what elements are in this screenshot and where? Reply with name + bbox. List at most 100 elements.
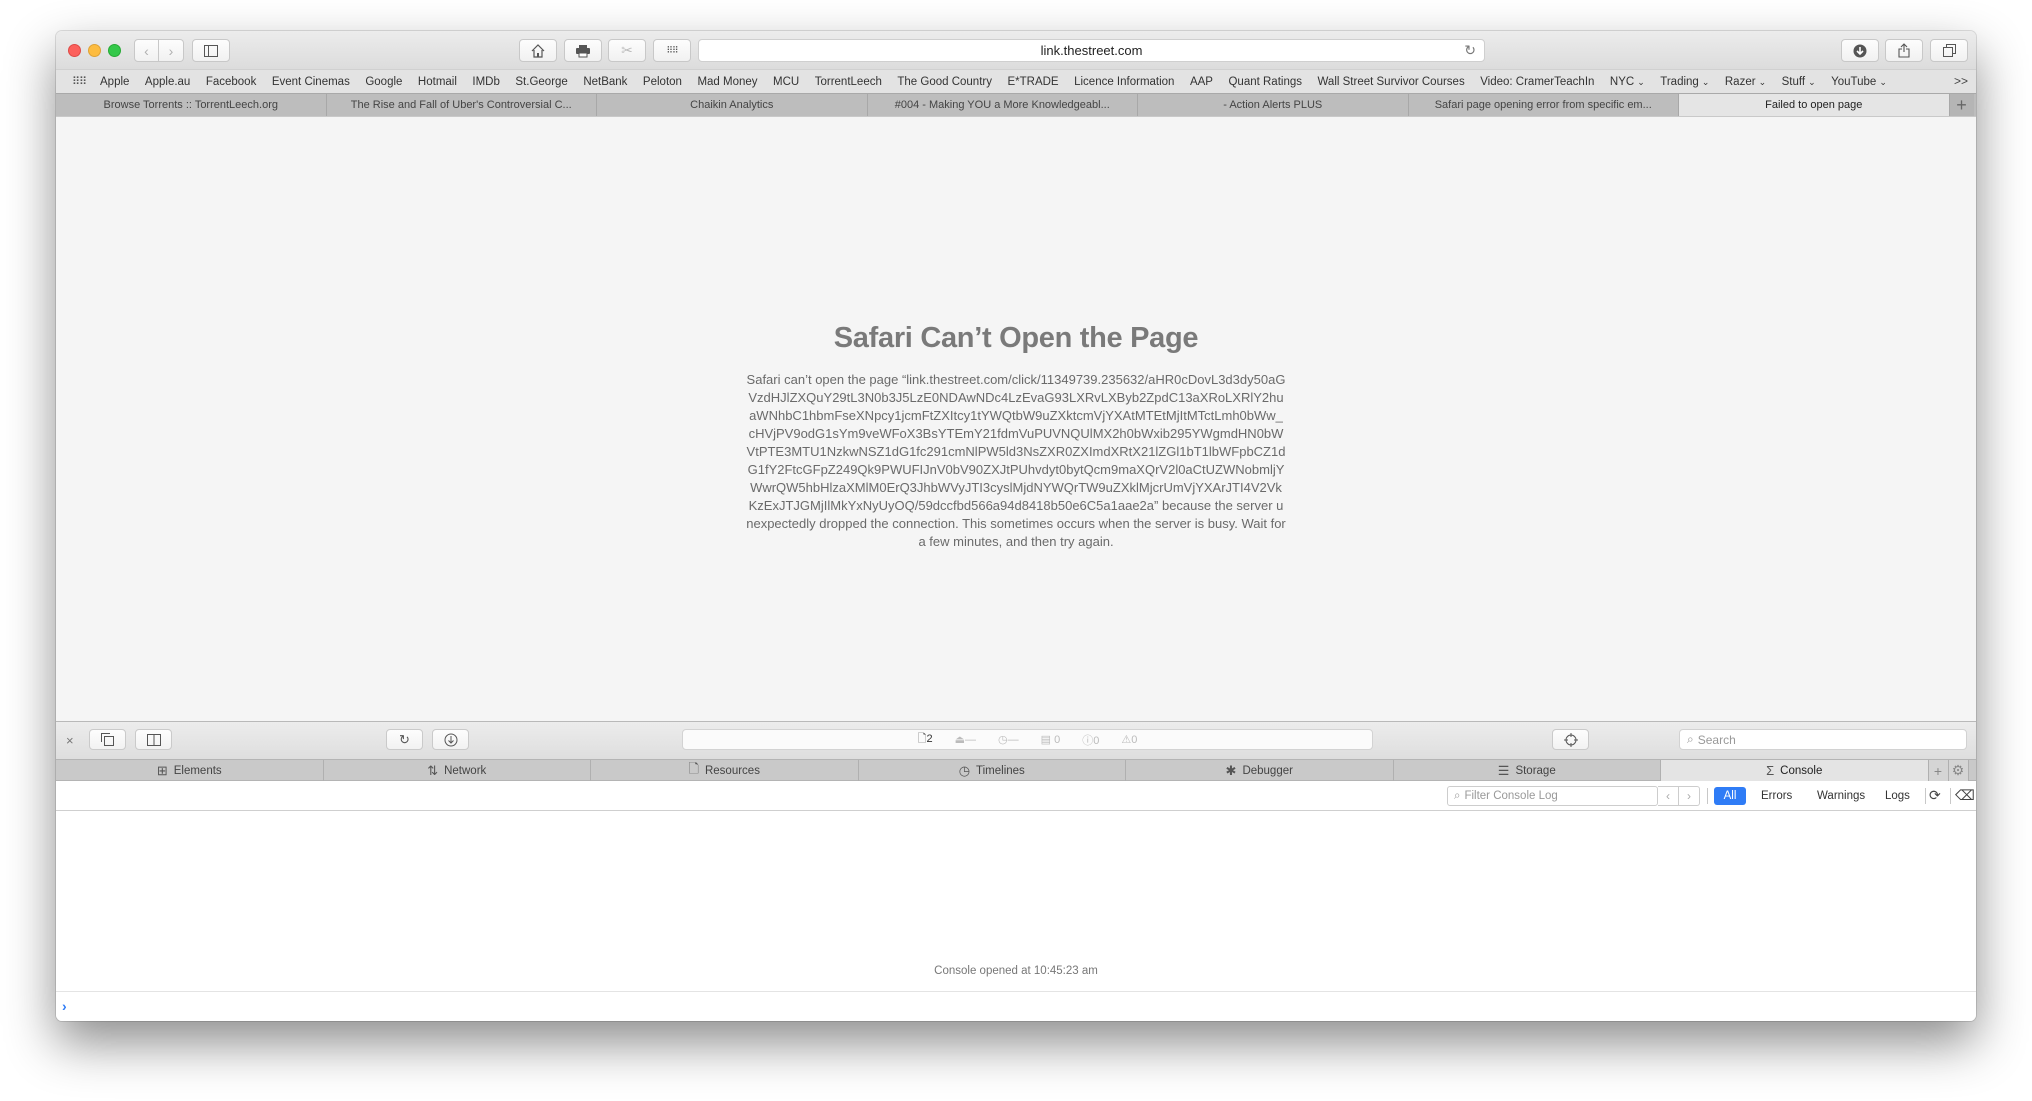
- warning-icon: ⚠: [1121, 734, 1132, 746]
- home-button[interactable]: [519, 39, 557, 62]
- reload-page-button[interactable]: ↻: [386, 729, 423, 750]
- bookmark-item[interactable]: E*TRADE: [1007, 76, 1058, 88]
- download-icon: [444, 733, 457, 746]
- bookmark-item[interactable]: Event Cinemas: [272, 76, 350, 88]
- print-button[interactable]: [564, 39, 602, 62]
- next-match-button[interactable]: ›: [1679, 787, 1699, 805]
- bookmark-item[interactable]: The Good Country: [897, 76, 992, 88]
- browser-tab[interactable]: The Rise and Fall of Uber's Controversia…: [327, 94, 597, 116]
- browser-tab[interactable]: - Action Alerts PLUS: [1138, 94, 1409, 116]
- download-archive-button[interactable]: [432, 729, 469, 750]
- bookmark-item[interactable]: Facebook: [206, 76, 257, 88]
- timelines-icon: ◷: [958, 762, 971, 778]
- bookmark-item[interactable]: Quant Ratings: [1228, 76, 1302, 88]
- show-all-bookmarks-icon[interactable]: ⠿⠿: [72, 75, 87, 88]
- filter-console-input[interactable]: ⌕ Filter Console Log: [1447, 786, 1658, 806]
- browser-tab[interactable]: Chaikin Analytics: [597, 94, 868, 116]
- sidebar-icon: [204, 44, 218, 57]
- logs-count[interactable]: ▤ 0: [1041, 733, 1061, 746]
- devtools-search-input[interactable]: ⌕ Search: [1679, 729, 1967, 750]
- more-bookmarks-button[interactable]: >>: [1954, 74, 1968, 88]
- bookmark-folder[interactable]: Stuff ⌄: [1782, 76, 1816, 88]
- bookmark-item[interactable]: AAP: [1190, 76, 1213, 88]
- console-prompt-input[interactable]: ›: [56, 991, 1976, 1021]
- load-size[interactable]: ⏏—: [955, 733, 976, 746]
- top-sites-button[interactable]: ⠿⠿: [653, 39, 691, 62]
- window-close-button[interactable]: [68, 44, 81, 57]
- devtools-tab-storage[interactable]: ☰ Storage: [1394, 760, 1661, 781]
- bookmark-item[interactable]: St.George: [515, 76, 567, 88]
- inspect-element-button[interactable]: [1552, 729, 1589, 750]
- devtools-tab-elements[interactable]: ⊞ Elements: [56, 760, 324, 781]
- scope-warnings[interactable]: Warnings: [1811, 787, 1871, 805]
- devtools-close-button[interactable]: ×: [66, 733, 74, 748]
- gear-icon: ⚙: [1951, 762, 1965, 778]
- browser-tab[interactable]: Safari page opening error from specific …: [1409, 94, 1679, 116]
- clip-button[interactable]: ✂: [608, 39, 646, 62]
- bookmark-folder[interactable]: Razer ⌄: [1725, 76, 1766, 88]
- bookmark-item[interactable]: Mad Money: [697, 76, 757, 88]
- bookmark-item[interactable]: Apple.au: [145, 76, 190, 88]
- new-tab-button[interactable]: +: [1949, 94, 1974, 116]
- browser-tab[interactable]: #004 - Making YOU a More Knowledgeabl...: [868, 94, 1138, 116]
- window-minimize-button[interactable]: [88, 44, 101, 57]
- dock-side-button[interactable]: [135, 729, 172, 750]
- console-log: Console opened at 10:45:23 am: [56, 811, 1976, 991]
- settings-button[interactable]: ⚙: [1948, 760, 1969, 781]
- sidebar-toggle-button[interactable]: [192, 39, 230, 62]
- bookmark-item[interactable]: TorrentLeech: [815, 76, 882, 88]
- browser-tab-active[interactable]: Failed to open page: [1679, 94, 1950, 116]
- devtools-tab-resources[interactable]: 🗋 Resources: [591, 760, 859, 781]
- errors-count[interactable]: ⓘ0: [1082, 732, 1099, 748]
- bookmark-item[interactable]: NetBank: [583, 76, 627, 88]
- devtools-tab-debugger[interactable]: ✱ Debugger: [1126, 760, 1394, 781]
- bookmark-folder[interactable]: NYC ⌄: [1610, 76, 1645, 88]
- bookmark-item[interactable]: Peloton: [643, 76, 682, 88]
- bookmark-item[interactable]: IMDb: [472, 76, 499, 88]
- elements-icon: ⊞: [156, 762, 168, 778]
- page-content: Safari Can’t Open the Page Safari can’t …: [56, 116, 1976, 721]
- tab-overview-button[interactable]: [1930, 39, 1968, 62]
- devtools-tab-network[interactable]: ⇅ Network: [324, 760, 591, 781]
- bookmark-item[interactable]: Wall Street Survivor Courses: [1318, 76, 1465, 88]
- search-placeholder: Search: [1697, 732, 1736, 747]
- scope-errors[interactable]: Errors: [1755, 787, 1798, 805]
- prompt-chevron-icon: ›: [62, 998, 67, 1014]
- downloads-button[interactable]: [1841, 39, 1879, 62]
- add-tab-button[interactable]: +: [1928, 760, 1949, 781]
- load-time[interactable]: ◷—: [998, 733, 1019, 746]
- resources-count[interactable]: 🗋2: [918, 730, 933, 749]
- scope-all[interactable]: All: [1714, 787, 1746, 805]
- bookmark-item[interactable]: Hotmail: [418, 76, 457, 88]
- warnings-count[interactable]: ⚠0: [1121, 733, 1137, 746]
- share-button[interactable]: [1885, 39, 1923, 62]
- bookmark-folder[interactable]: YouTube ⌄: [1831, 76, 1887, 88]
- clear-log-icon[interactable]: ⌫: [1955, 787, 1975, 804]
- bookmark-folder[interactable]: Trading ⌄: [1660, 76, 1709, 88]
- bookmark-item[interactable]: Apple: [100, 76, 129, 88]
- chevron-down-icon: ⌄: [1808, 76, 1816, 87]
- devtools-tab-timelines[interactable]: ◷ Timelines: [859, 760, 1126, 781]
- navigation-buttons: ‹ ›: [134, 39, 184, 62]
- bookmark-item[interactable]: Google: [365, 76, 402, 88]
- back-button[interactable]: ‹: [134, 39, 159, 62]
- browser-tab[interactable]: Browse Torrents :: TorrentLeech.org: [56, 94, 327, 116]
- devtools-tab-console[interactable]: Σ Console: [1661, 760, 1929, 781]
- weight-icon: ⏏: [954, 734, 966, 746]
- bookmark-item[interactable]: Video: CramerTeachIn: [1480, 76, 1594, 88]
- plus-icon: +: [1956, 94, 1967, 115]
- scope-logs[interactable]: Logs: [1879, 787, 1916, 805]
- forward-button[interactable]: ›: [159, 39, 184, 62]
- devtools-tab-bar: ⊞ Elements ⇅ Network 🗋 Resources ◷ Timelines…: [56, 759, 1976, 781]
- divider: [1950, 788, 1951, 804]
- resources-icon: 🗋: [688, 760, 699, 776]
- bookmark-item[interactable]: MCU: [773, 76, 799, 88]
- window-zoom-button[interactable]: [108, 44, 121, 57]
- error-message: Safari can’t open the page “link.thestre…: [746, 372, 1286, 549]
- address-bar[interactable]: link.thestreet.com ↻: [698, 39, 1485, 62]
- bookmark-item[interactable]: Licence Information: [1074, 76, 1174, 88]
- reload-icon[interactable]: ↻: [1464, 42, 1476, 59]
- clear-on-reload-icon[interactable]: ⟳: [1929, 787, 1941, 804]
- previous-match-button[interactable]: ‹: [1658, 787, 1679, 805]
- detach-button[interactable]: [89, 729, 126, 750]
